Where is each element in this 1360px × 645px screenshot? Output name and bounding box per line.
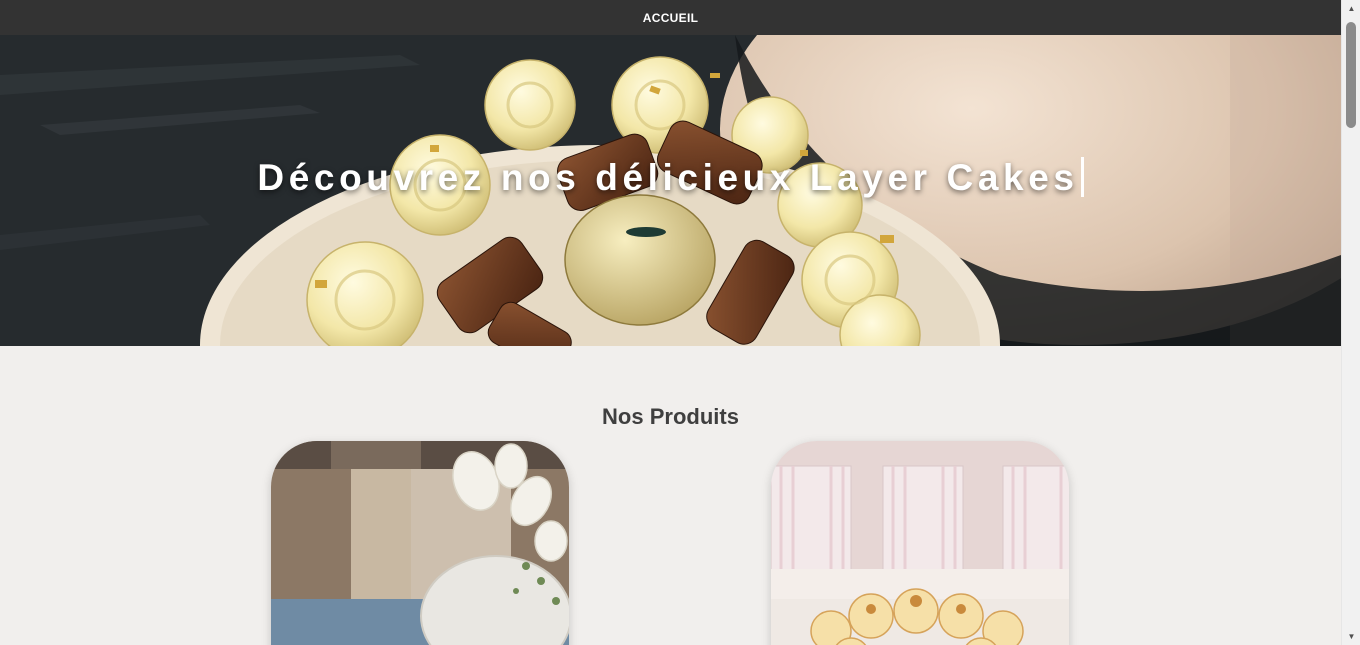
products-heading: Nos Produits bbox=[602, 404, 739, 430]
scroll-down-icon[interactable]: ▼ bbox=[1342, 628, 1360, 645]
scroll-up-icon[interactable]: ▲ bbox=[1342, 0, 1360, 17]
scrollbar-thumb[interactable] bbox=[1346, 22, 1356, 128]
hero-banner: Découvrez nos délicieux Layer Cakes bbox=[0, 35, 1341, 346]
vertical-scrollbar[interactable]: ▲ ▼ bbox=[1341, 0, 1360, 645]
product-card[interactable] bbox=[771, 441, 1069, 645]
typing-caret bbox=[1080, 157, 1084, 197]
nav-link-accueil[interactable]: ACCUEIL bbox=[643, 11, 698, 25]
product-image-cake bbox=[771, 441, 1069, 645]
hero-title-text: Découvrez nos délicieux Layer Cakes bbox=[257, 157, 1079, 198]
top-nav-bar: ACCUEIL bbox=[0, 0, 1341, 35]
product-card[interactable] bbox=[271, 441, 569, 645]
product-image-flowers bbox=[271, 441, 569, 645]
hero-title: Découvrez nos délicieux Layer Cakes bbox=[0, 157, 1341, 199]
page: ACCUEIL Découvrez nos délicieux Layer Ca… bbox=[0, 0, 1341, 645]
